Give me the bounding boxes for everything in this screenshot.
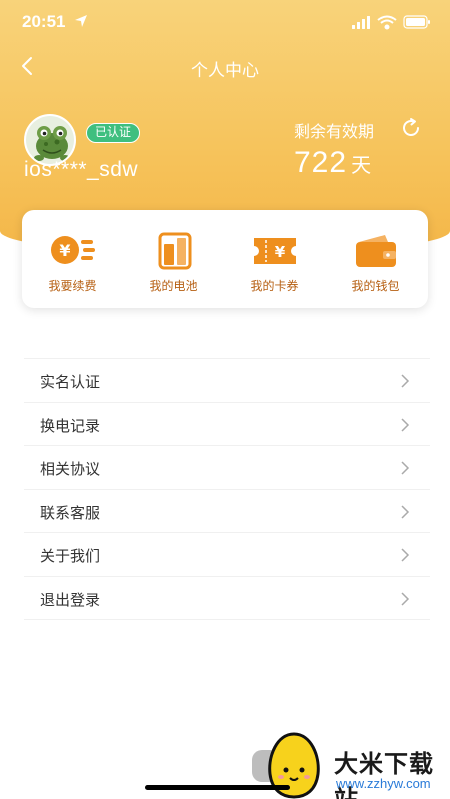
location-arrow-icon (75, 15, 87, 27)
service-label: 我的电池 (149, 279, 198, 293)
verified-badge: 已认证 (86, 123, 141, 143)
svg-text:¥: ¥ (59, 241, 70, 260)
menu-item-agreements[interactable]: 相关协议 (24, 446, 430, 490)
menu-item-label: 实名认证 (40, 374, 101, 391)
service-label: 我的卡券 (250, 279, 299, 293)
menu-item-label: 相关协议 (40, 461, 101, 478)
service-card: ¥ 我要续费 我的电池 ¥ 我的卡券 我的钱包 (22, 210, 428, 308)
home-indicator[interactable] (145, 785, 290, 790)
service-battery[interactable]: 我的电池 (123, 210, 224, 308)
chevron-right-icon (401, 461, 410, 475)
service-label: 我要续费 (48, 279, 97, 293)
battery-icon (158, 232, 192, 270)
page-title: 个人中心 (191, 61, 259, 80)
menu-item-customer-service[interactable]: 联系客服 (24, 490, 430, 533)
service-label: 我的钱包 (351, 279, 400, 293)
status-indicators (352, 15, 430, 30)
menu-item-label: 关于我们 (40, 548, 101, 565)
menu-item-about-us[interactable]: 关于我们 (24, 533, 430, 577)
chevron-right-icon (401, 591, 410, 606)
nav-bar: 个人中心 (0, 44, 450, 88)
validity-days: 722 (294, 146, 348, 179)
chevron-right-icon (401, 417, 410, 432)
chevron-right-icon (401, 504, 410, 519)
service-coupon[interactable]: ¥ 我的卡券 (224, 210, 325, 308)
signal-icon (352, 16, 370, 29)
validity-label: 剩余有效期 (294, 124, 375, 141)
menu-item-label: 换电记录 (40, 417, 101, 435)
menu-list: 实名认证 换电记录 相关协议 联系客服 关于我们 退出登录 (24, 358, 430, 620)
status-time: 20:51 (22, 12, 66, 31)
wallet-icon (356, 235, 396, 267)
chevron-right-icon (401, 374, 410, 388)
status-bar: 20:51 (0, 0, 450, 44)
menu-item-swap-records[interactable]: 换电记录 (24, 403, 430, 446)
service-renew[interactable]: ¥ 我要续费 (22, 210, 123, 308)
wifi-icon (377, 15, 397, 30)
menu-item-real-name[interactable]: 实名认证 (24, 359, 430, 403)
battery-status-icon (403, 15, 430, 29)
menu-item-label: 退出登录 (40, 591, 101, 609)
service-wallet[interactable]: 我的钱包 (325, 210, 426, 308)
validity-unit: 天 (351, 155, 372, 177)
renew-icon: ¥ (51, 236, 95, 264)
refresh-icon[interactable] (400, 117, 422, 139)
svg-text:¥: ¥ (275, 243, 286, 261)
username: ios****_sdw (24, 158, 139, 181)
menu-item-logout[interactable]: 退出登录 (24, 577, 430, 620)
chevron-right-icon (401, 548, 410, 562)
menu-item-label: 联系客服 (40, 504, 101, 522)
validity-value: 722 天 (294, 146, 371, 180)
watermark-url: www.zzhyw.com (336, 776, 431, 791)
coupon-icon: ¥ (254, 238, 296, 264)
